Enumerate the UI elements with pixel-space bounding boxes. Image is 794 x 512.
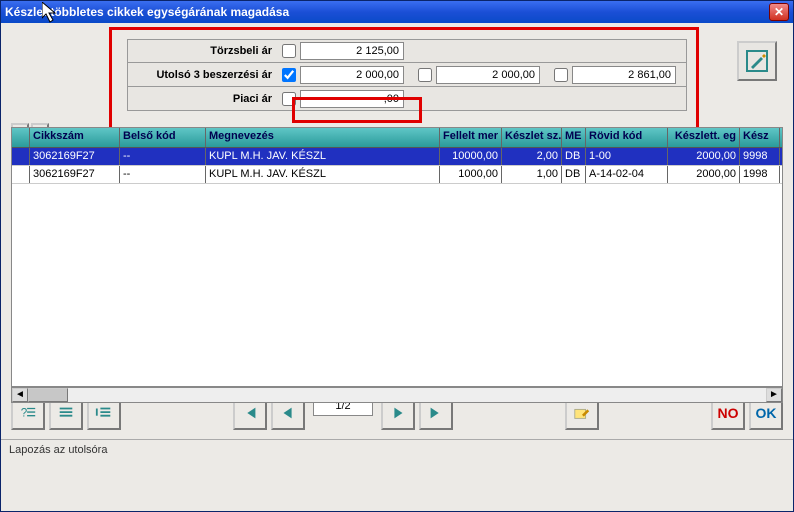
input-utolso-3[interactable] bbox=[572, 66, 676, 84]
note-pencil-icon bbox=[573, 404, 591, 422]
window-title: Készlet többletes cikkek egységárának ma… bbox=[5, 5, 769, 19]
col-megnevezes[interactable]: Megnevezés bbox=[206, 128, 440, 147]
col-cikkszam[interactable]: Cikkszám bbox=[30, 128, 120, 147]
indent-list-icon bbox=[95, 404, 113, 422]
cell-fel: 10000,00 bbox=[440, 148, 502, 165]
input-piaci[interactable] bbox=[300, 90, 404, 108]
svg-text:?: ? bbox=[21, 407, 28, 420]
cell-spacer bbox=[12, 148, 30, 165]
cell-rov: A-14-02-04 bbox=[586, 166, 668, 183]
input-torz[interactable] bbox=[300, 42, 404, 60]
input-utolso-2[interactable] bbox=[436, 66, 540, 84]
cell-fel: 1000,00 bbox=[440, 166, 502, 183]
cell-kesz: 1,00 bbox=[502, 166, 562, 183]
checkbox-utolso-3[interactable] bbox=[554, 68, 568, 82]
col-keszlet-egy[interactable]: Készlett. eg bbox=[668, 128, 740, 147]
col-fellelt[interactable]: Fellelt mer bbox=[440, 128, 502, 147]
cell-cikk: 3062169F27 bbox=[30, 148, 120, 165]
col-keszlet[interactable]: Készlet sz. bbox=[502, 128, 562, 147]
cell-rov: 1-00 bbox=[586, 148, 668, 165]
col-me[interactable]: ME bbox=[562, 128, 586, 147]
cell-spacer bbox=[12, 166, 30, 183]
cell-megn: KUPL M.H. JAV. KÉSZL bbox=[206, 148, 440, 165]
cell-last: 1998 bbox=[740, 166, 780, 183]
status-text: Lapozás az utolsóra bbox=[9, 444, 107, 456]
cell-megn: KUPL M.H. JAV. KÉSZL bbox=[206, 166, 440, 183]
cell-belso: -- bbox=[120, 148, 206, 165]
cell-kesz: 2,00 bbox=[502, 148, 562, 165]
table-row[interactable]: 3062169F27--KUPL M.H. JAV. KÉSZL1000,001… bbox=[12, 166, 782, 184]
col-belso-kod[interactable]: Belső kód bbox=[120, 128, 206, 147]
last-page-icon bbox=[427, 404, 445, 422]
label-piaci: Piaci ár bbox=[128, 93, 278, 105]
scroll-thumb[interactable] bbox=[28, 388, 68, 402]
prev-page-icon bbox=[279, 404, 297, 422]
checkbox-utolso-1[interactable] bbox=[282, 68, 296, 82]
checkbox-piaci[interactable] bbox=[282, 92, 296, 106]
checkbox-torz[interactable] bbox=[282, 44, 296, 58]
data-table: Cikkszám Belső kód Megnevezés Fellelt me… bbox=[11, 127, 783, 387]
cell-cikk: 3062169F27 bbox=[30, 166, 120, 183]
titlebar: Készlet többletes cikkek egységárának ma… bbox=[1, 1, 793, 23]
price-grid: Törzsbeli ár Utolsó 3 beszerzési ár Piac… bbox=[127, 39, 687, 111]
table-header: Cikkszám Belső kód Megnevezés Fellelt me… bbox=[12, 128, 782, 148]
list-icon bbox=[57, 404, 75, 422]
question-lines-icon: ? bbox=[19, 404, 37, 422]
pencil-icon bbox=[745, 49, 769, 73]
table-row[interactable]: 3062169F27--KUPL M.H. JAV. KÉSZL10000,00… bbox=[12, 148, 782, 166]
label-torz: Törzsbeli ár bbox=[128, 45, 278, 57]
first-page-icon bbox=[241, 404, 259, 422]
cell-kegy: 2000,00 bbox=[668, 166, 740, 183]
scroll-right-icon[interactable]: ► bbox=[766, 388, 782, 402]
horizontal-scrollbar[interactable]: ◄ ► bbox=[11, 387, 783, 403]
input-utolso-1[interactable] bbox=[300, 66, 404, 84]
cell-last: 9998 bbox=[740, 148, 780, 165]
close-button[interactable]: ✕ bbox=[769, 3, 789, 21]
cell-belso: -- bbox=[120, 166, 206, 183]
edit-button[interactable] bbox=[737, 41, 777, 81]
label-utolso: Utolsó 3 beszerzési ár bbox=[128, 69, 278, 81]
col-rovid-kod[interactable]: Rövid kód bbox=[586, 128, 668, 147]
statusbar: Lapozás az utolsóra bbox=[1, 439, 793, 461]
cell-me: DB bbox=[562, 148, 586, 165]
cell-me: DB bbox=[562, 166, 586, 183]
scroll-left-icon[interactable]: ◄ bbox=[12, 388, 28, 402]
checkbox-utolso-2[interactable] bbox=[418, 68, 432, 82]
col-last[interactable]: Kész bbox=[740, 128, 780, 147]
cell-kegy: 2000,00 bbox=[668, 148, 740, 165]
next-page-icon bbox=[389, 404, 407, 422]
